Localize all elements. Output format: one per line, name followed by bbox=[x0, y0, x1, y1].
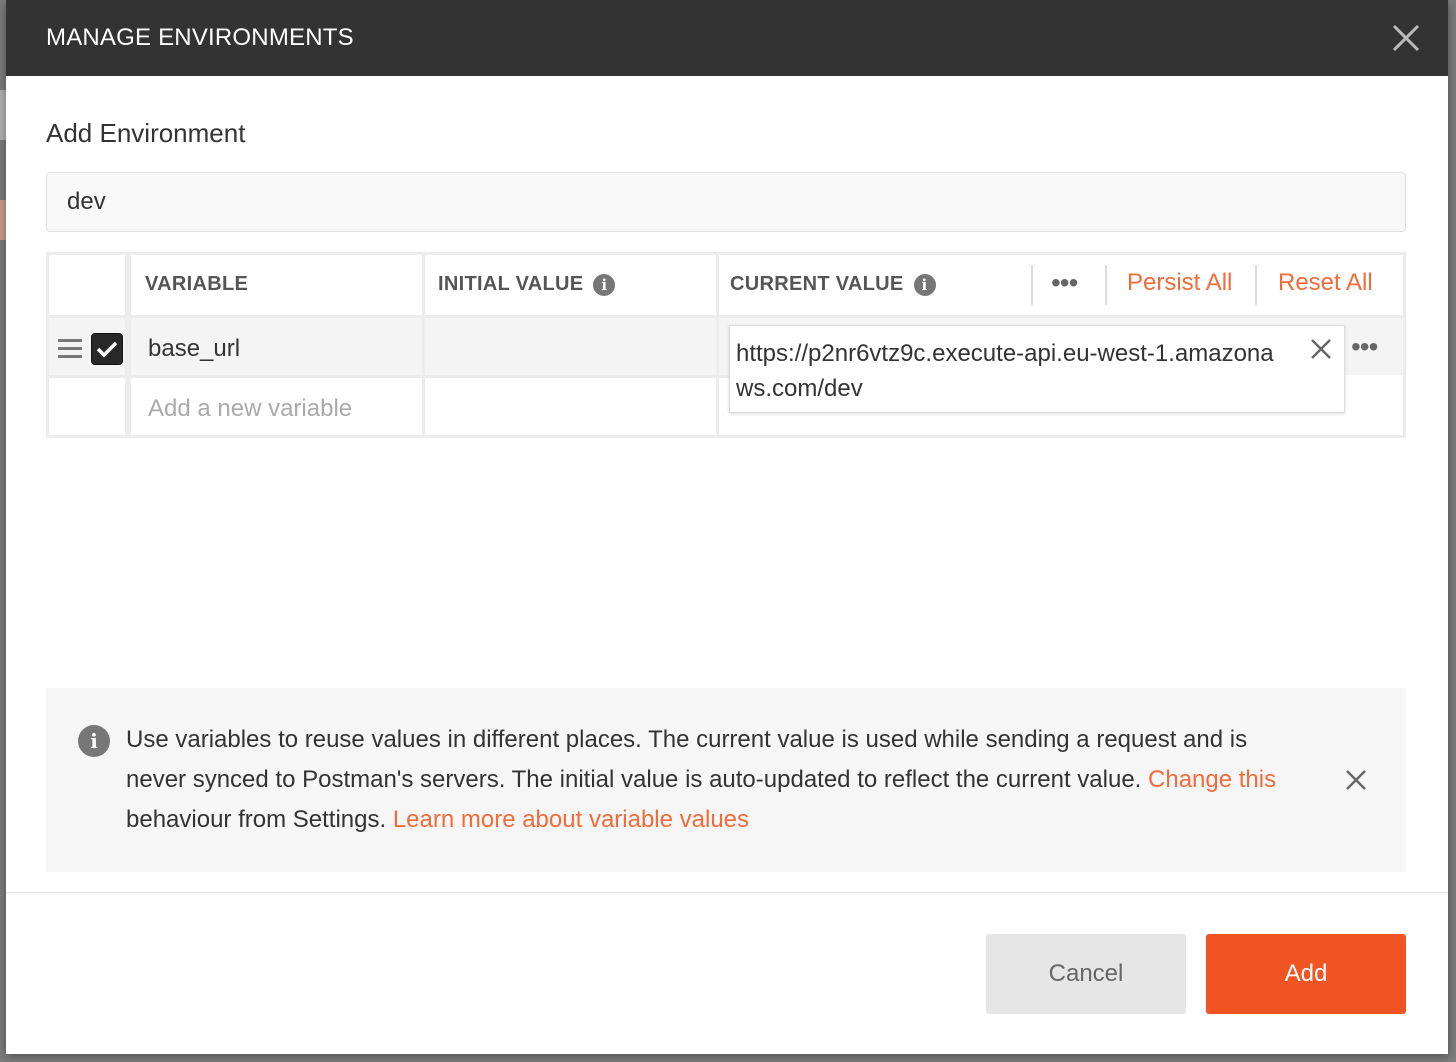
reset-all-link[interactable]: Reset All bbox=[1278, 269, 1373, 297]
banner-text: Use variables to reuse values in differe… bbox=[126, 720, 1306, 840]
drag-handle-icon[interactable] bbox=[58, 339, 82, 363]
learn-more-link[interactable]: Learn more about variable values bbox=[393, 806, 749, 833]
banner-message-cont: behaviour from Settings. bbox=[126, 806, 393, 833]
current-value-editor[interactable]: https://p2nr6vtz9c.execute-api.eu-west-1… bbox=[729, 325, 1345, 413]
close-icon[interactable] bbox=[1390, 22, 1422, 54]
divider bbox=[1031, 265, 1033, 305]
header-initial-value: INITIAL VALUE i bbox=[438, 273, 616, 296]
header-current-value-label: CURRENT VALUE bbox=[730, 273, 904, 295]
dismiss-icon[interactable] bbox=[1344, 768, 1368, 792]
row-more-options-icon[interactable]: ••• bbox=[1351, 333, 1378, 361]
clear-icon[interactable] bbox=[1308, 336, 1334, 362]
change-settings-link[interactable]: Change this bbox=[1148, 766, 1276, 793]
add-button[interactable]: Add bbox=[1206, 934, 1406, 1014]
cancel-button[interactable]: Cancel bbox=[986, 934, 1186, 1014]
persist-all-link[interactable]: Persist All bbox=[1127, 269, 1232, 297]
divider bbox=[49, 375, 729, 378]
info-icon[interactable]: i bbox=[913, 273, 936, 296]
info-banner: i Use variables to reuse values in diffe… bbox=[46, 688, 1406, 872]
manage-environments-modal: MANAGE ENVIRONMENTS Add Environment VARI… bbox=[6, 0, 1448, 1054]
environment-name-input[interactable] bbox=[46, 172, 1406, 232]
row-enabled-checkbox[interactable] bbox=[91, 333, 123, 365]
variable-name[interactable]: base_url bbox=[148, 335, 240, 363]
row-initial-cell bbox=[425, 318, 716, 375]
more-options-icon[interactable]: ••• bbox=[1051, 269, 1078, 297]
variables-table: VARIABLE INITIAL VALUE i CURRENT VALUE i… bbox=[46, 252, 1406, 438]
section-title: Add Environment bbox=[46, 118, 246, 148]
info-icon: i bbox=[78, 725, 110, 757]
modal-title: MANAGE ENVIRONMENTS bbox=[46, 24, 354, 51]
header-initial-value-label: INITIAL VALUE bbox=[438, 273, 584, 295]
add-variable-input[interactable]: Add a new variable bbox=[148, 395, 352, 423]
current-value-text: https://p2nr6vtz9c.execute-api.eu-west-1… bbox=[736, 340, 1274, 402]
header-variable: VARIABLE bbox=[145, 273, 249, 295]
divider bbox=[1255, 265, 1257, 305]
banner-message: Use variables to reuse values in differe… bbox=[126, 726, 1248, 793]
divider bbox=[1105, 265, 1107, 305]
header-current-value: CURRENT VALUE i bbox=[730, 273, 936, 296]
modal-header: MANAGE ENVIRONMENTS bbox=[6, 0, 1448, 76]
footer-divider bbox=[6, 892, 1448, 893]
info-icon[interactable]: i bbox=[593, 273, 616, 296]
